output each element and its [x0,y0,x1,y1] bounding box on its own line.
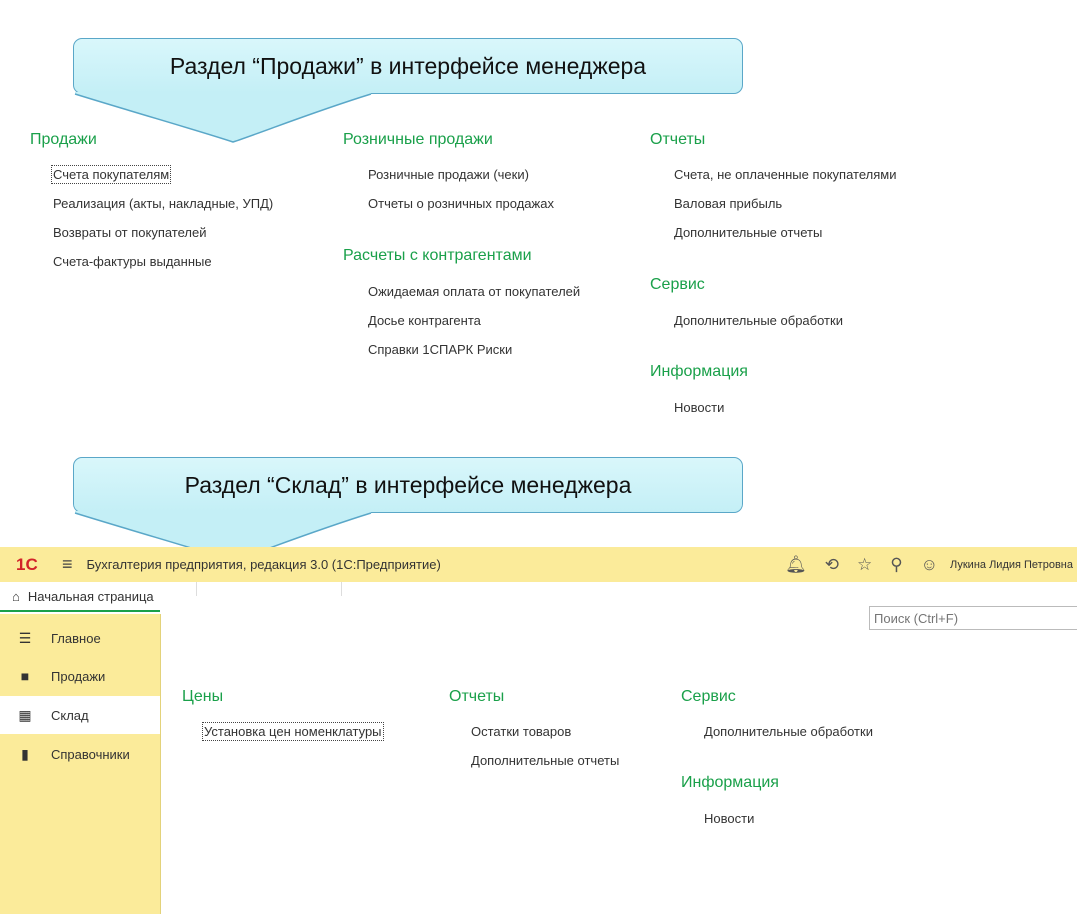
link-customer-invoices[interactable]: Счета покупателям [50,165,172,184]
app-title: Бухгалтерия предприятия, редакция 3.0 (1… [86,557,441,572]
star-icon[interactable]: ☆ [857,555,872,575]
link-additional-processing[interactable]: Дополнительные обработки [704,724,873,739]
section-title-settlements: Расчеты с контрагентами [343,247,532,264]
sidebar-item-warehouse[interactable]: ▦ Склад [0,696,160,734]
sidebar-item-label: Главное [51,630,101,646]
tab-divider [341,582,342,596]
section-title-sales: Продажи [30,131,97,148]
sidebar-item-label: Склад [51,707,89,723]
section-title-information: Информация [681,774,779,791]
section-title-information: Информация [650,363,748,380]
link-news[interactable]: Новости [674,400,724,415]
list-icon: ☰ [18,629,32,646]
callout-sales-text: Раздел “Продажи” в интерфейсе менеджера [73,38,743,94]
link-retail-receipts[interactable]: Розничные продажи (чеки) [368,167,529,182]
callout-sales: Раздел “Продажи” в интерфейсе менеджера [73,38,743,143]
warehouse-icon: ▦ [18,706,32,723]
link-additional-reports[interactable]: Дополнительные отчеты [674,225,822,240]
section-title-retail: Розничные продажи [343,131,493,148]
link-counterparty-dossier[interactable]: Досье контрагента [368,313,481,328]
link-customer-returns[interactable]: Возвраты от покупателей [53,225,207,240]
section-title-reports: Отчеты [449,688,505,705]
tab-home-label: Начальная страница [27,588,154,604]
sidebar-item-main[interactable]: ☰ Главное [0,619,160,657]
callout-sales-pointer [74,92,372,143]
app-logo: 1С [16,554,38,574]
section-title-reports: Отчеты [650,131,706,148]
titlebar-actions: 🔔︎ ⟲ ☆ ⚲ ☺ Лукина Лидия Петровна [767,547,1077,582]
link-unpaid-invoices[interactable]: Счета, не оплаченные покупателями [674,167,896,182]
section-title-service: Сервис [650,276,705,293]
link-additional-processing[interactable]: Дополнительные обработки [674,313,843,328]
link-news[interactable]: Новости [704,811,754,826]
search-icon[interactable]: ⚲ [890,555,902,575]
link-expected-payment[interactable]: Ожидаемая оплата от покупателей [368,284,580,299]
link-gross-profit[interactable]: Валовая прибыль [674,196,782,211]
link-set-item-prices[interactable]: Установка цен номенклатуры [202,722,384,741]
link-invoices-issued[interactable]: Счета-фактуры выданные [53,254,212,269]
sidebar: ☰ Главное ■ Продажи ▦ Склад ▮ Справочник… [0,614,161,914]
sidebar-item-catalogs[interactable]: ▮ Справочники [0,735,160,773]
link-additional-reports[interactable]: Дополнительные отчеты [471,753,619,768]
home-icon: ⌂ [12,588,20,604]
callout-warehouse: Раздел “Склад” в интерфейсе менеджера [73,457,743,562]
bell-icon[interactable]: 🔔︎ [785,555,807,575]
tab-home[interactable]: ⌂ Начальная страница [0,582,160,612]
link-sales-documents[interactable]: Реализация (акты, накладные, УПД) [53,196,273,211]
link-retail-reports[interactable]: Отчеты о розничных продажах [368,196,554,211]
menu-icon[interactable]: ≡ [62,554,73,575]
link-stock-balances[interactable]: Остатки товаров [471,724,571,739]
sidebar-item-label: Справочники [51,746,130,762]
bag-icon: ■ [20,668,30,684]
users-icon[interactable]: ☺ [921,555,938,575]
link-spark-risks[interactable]: Справки 1СПАРК Риски [368,342,512,357]
app-titlebar: 1С ≡ Бухгалтерия предприятия, редакция 3… [0,547,1077,582]
section-title-prices: Цены [182,688,224,705]
search-input[interactable] [869,606,1077,630]
history-icon[interactable]: ⟲ [825,555,839,575]
tab-divider [196,582,197,596]
section-title-service: Сервис [681,688,736,705]
sidebar-item-label: Продажи [51,668,106,684]
user-name[interactable]: Лукина Лидия Петровна [950,559,1073,571]
sidebar-item-sales[interactable]: ■ Продажи [0,657,160,695]
callout-warehouse-text: Раздел “Склад” в интерфейсе менеджера [73,457,743,513]
books-icon: ▮ [21,745,29,762]
